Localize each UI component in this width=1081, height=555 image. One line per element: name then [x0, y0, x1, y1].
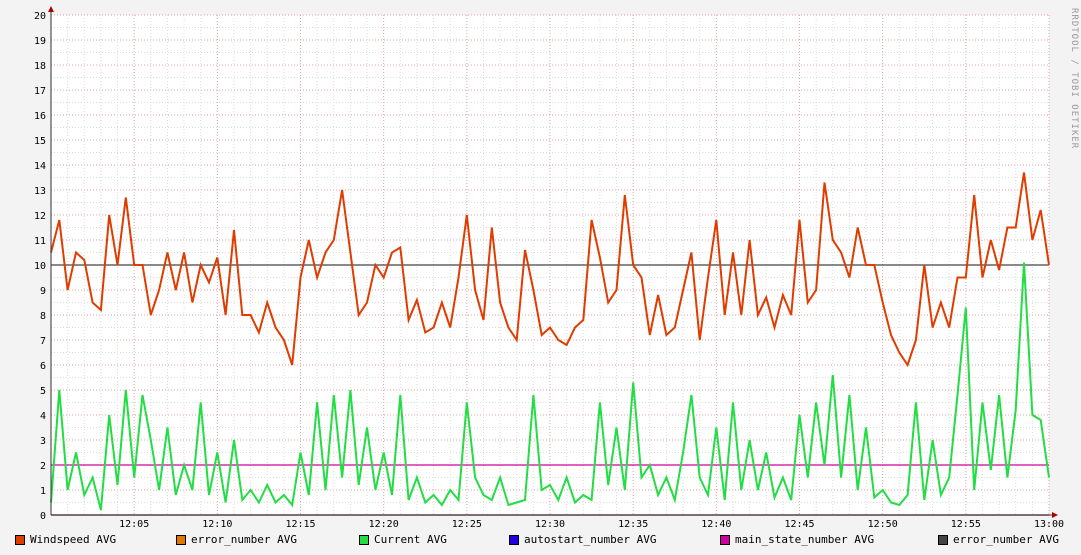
x-tick-label: 12:40 — [701, 519, 731, 530]
legend-swatch — [176, 534, 186, 545]
y-tick-label: 10 — [34, 261, 46, 272]
x-axis-ticks: 12:05 12:10 12:15 12:20 12:25 12:30 12:35 12:40… — [119, 519, 1064, 530]
y-tick-label: 5 — [40, 386, 46, 397]
x-tick-label: 12:15 — [285, 519, 315, 530]
legend-swatch — [509, 534, 519, 545]
legend-label: error_number AVG — [953, 533, 1059, 546]
x-tick-label: 12:50 — [868, 519, 898, 530]
x-tick-label: 13:00 — [1034, 519, 1064, 530]
y-tick-label: 20 — [34, 11, 46, 22]
x-tick-label: 12:25 — [452, 519, 482, 530]
y-tick-label: 13 — [34, 186, 46, 197]
legend-item: Windspeed AVG — [15, 533, 116, 546]
rrd-chart: 01234567891011121314151617181920 12:05 12… — [34, 6, 1064, 530]
y-tick-label: 2 — [40, 461, 46, 472]
x-tick-label: 12:45 — [784, 519, 814, 530]
y-tick-label: 7 — [40, 336, 46, 347]
x-tick-label: 12:35 — [618, 519, 648, 530]
x-tick-label: 12:20 — [369, 519, 399, 530]
y-tick-label: 17 — [34, 86, 46, 97]
legend-item: autostart_number AVG — [509, 533, 656, 546]
y-tick-label: 0 — [40, 511, 46, 522]
x-tick-label: 12:10 — [202, 519, 232, 530]
y-tick-label: 16 — [34, 111, 46, 122]
legend-swatch — [359, 534, 369, 545]
x-tick-label: 12:30 — [535, 519, 565, 530]
legend-label: Current AVG — [374, 533, 447, 546]
x-tick-label: 12:55 — [951, 519, 981, 530]
y-tick-label: 15 — [34, 136, 46, 147]
x-tick-label: 12:05 — [119, 519, 149, 530]
y-tick-label: 4 — [40, 411, 46, 422]
y-tick-label: 1 — [40, 486, 46, 497]
watermark: RRDTOOL / TOBI OETIKER — [1069, 8, 1079, 150]
y-tick-label: 8 — [40, 311, 46, 322]
y-tick-label: 3 — [40, 436, 46, 447]
legend-label: error_number AVG — [191, 533, 297, 546]
legend-item: error_number AVG — [938, 533, 1059, 546]
legend: Windspeed AVG error_number AVG Current AVG… — [0, 533, 1081, 551]
y-tick-label: 18 — [34, 61, 46, 72]
y-axis-arrow-icon — [48, 6, 54, 12]
legend-label: main_state_number AVG — [735, 533, 875, 546]
y-tick-label: 14 — [34, 161, 46, 172]
legend-swatch — [938, 534, 948, 545]
legend-item: error_number AVG — [176, 533, 297, 546]
legend-swatch — [15, 534, 25, 545]
y-tick-label: 11 — [34, 236, 46, 247]
legend-label: Windspeed AVG — [30, 533, 117, 546]
x-axis-arrow-icon — [1052, 512, 1058, 518]
y-tick-label: 9 — [40, 286, 46, 297]
y-tick-label: 12 — [34, 211, 46, 222]
legend-item: Current AVG — [359, 533, 447, 546]
legend-label: autostart_number AVG — [524, 533, 657, 546]
y-tick-label: 19 — [34, 36, 46, 47]
y-tick-label: 6 — [40, 361, 46, 372]
y-axis-ticks: 01234567891011121314151617181920 — [34, 11, 46, 522]
legend-swatch — [720, 534, 730, 545]
legend-item: main_state_number AVG — [720, 533, 874, 546]
